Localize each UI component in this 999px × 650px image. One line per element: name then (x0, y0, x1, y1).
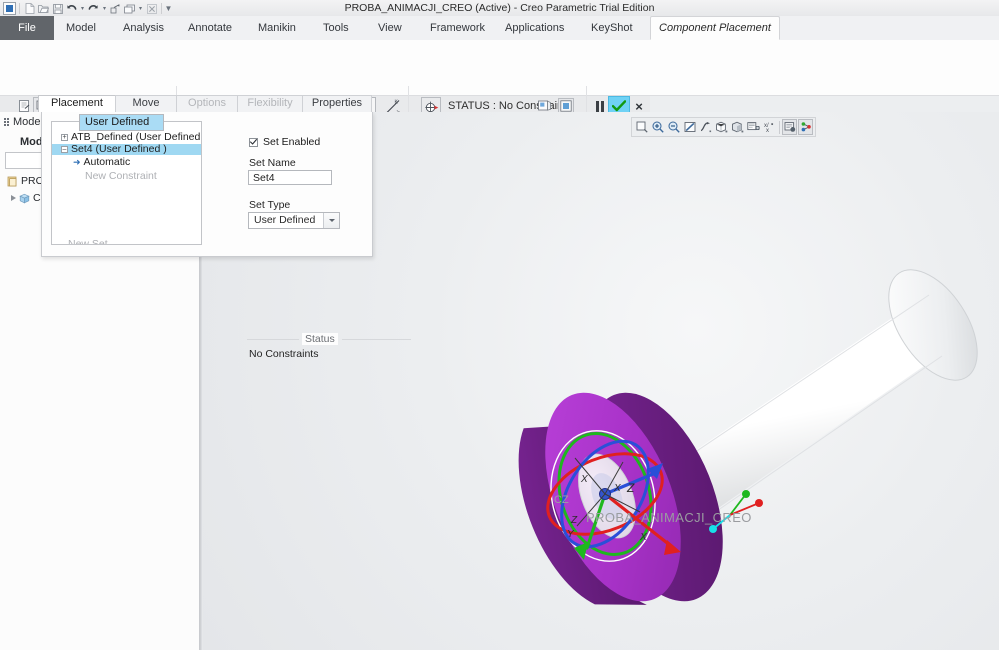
constraint-set-tree[interactable]: + ATB_Defined (User Defined ) – Set4 (Us… (51, 121, 202, 245)
status-divider: Status (247, 333, 411, 345)
set-enabled-row[interactable]: Set Enabled (249, 136, 320, 148)
model-name-label: PROBA_ANIMACJI_CREO (586, 510, 752, 525)
close-window-icon[interactable] (145, 2, 158, 15)
assembly-icon (7, 176, 17, 186)
navigator-tab-label: Mode (13, 116, 41, 128)
user-defined-dropdown-list[interactable]: User Defined (79, 114, 164, 131)
tab-component-placement[interactable]: Component Placement (650, 16, 780, 40)
navigator-tab-model-tree[interactable]: Mode (4, 116, 41, 128)
tree-item-label: New Constraint (85, 170, 157, 182)
set-enabled-checkbox[interactable] (249, 137, 258, 147)
subtab-placement[interactable]: Placement (38, 95, 116, 112)
redo-icon[interactable] (87, 2, 100, 15)
placement-panel: + ATB_Defined (User Defined ) – Set4 (Us… (41, 112, 411, 360)
title-bar: PROBA_ANIMACJI_CREO (Active) - Creo Para… (0, 0, 999, 17)
graphics-toolbar: x/x (631, 117, 816, 137)
display-style-icon[interactable] (714, 119, 729, 135)
app-menu-icon[interactable] (3, 2, 16, 15)
part-icon (19, 193, 30, 203)
ribbon-tab-bar: File Model Analysis Annotate Manikin Too… (0, 16, 999, 41)
tab-view[interactable]: View (368, 16, 412, 40)
set-type-chevron-down-icon[interactable] (323, 213, 339, 228)
constraint-arrow-icon: ➜ (73, 157, 81, 167)
regenerate-icon[interactable] (109, 2, 122, 15)
appearance-icon[interactable] (730, 119, 745, 135)
datum-display-icon[interactable] (698, 119, 713, 135)
tab-tools[interactable]: Tools (313, 16, 359, 40)
open-icon[interactable] (37, 2, 50, 15)
axis-label-x2: X (614, 483, 621, 494)
cz-label: CZ (554, 494, 569, 506)
qat-divider-2 (161, 3, 162, 14)
dashboard-subtab-bar: Placement Move Options Flexibility Prope… (38, 95, 372, 112)
dropdown-option-user-defined[interactable]: User Defined (80, 115, 163, 130)
window-chevron-down-icon[interactable]: ▾ (137, 2, 144, 15)
tree-row[interactable]: – Set4 (User Defined ) (52, 144, 201, 155)
undo-chevron-down-icon[interactable]: ▾ (79, 2, 86, 15)
axis-label-x1: X (581, 474, 588, 485)
status-label: STATUS : No Constraints (448, 100, 572, 112)
axis-label-z1: Z (627, 481, 635, 495)
new-set-link[interactable]: New Set (68, 238, 108, 244)
svg-text:K: K (395, 99, 399, 105)
axis-label-z2: Z (571, 515, 578, 526)
subtab-move[interactable]: Move (115, 95, 177, 112)
set-type-combo[interactable]: User Defined (248, 212, 340, 229)
tab-framework[interactable]: Framework (420, 16, 495, 40)
zoom-in-icon[interactable] (650, 119, 665, 135)
tab-file[interactable]: File (0, 16, 54, 40)
set-type-label: Set Type (249, 199, 291, 211)
spin-center-icon[interactable] (798, 119, 813, 135)
set-name-label: Set Name (249, 157, 296, 169)
model-tree-icon (4, 118, 9, 126)
status-divider-label: Status (302, 333, 338, 345)
tree-item-label: Automatic (83, 156, 131, 168)
set-name-input[interactable] (248, 170, 332, 185)
zoom-out-icon[interactable] (666, 119, 681, 135)
collapse-minus-icon[interactable]: – (61, 146, 68, 153)
annotation-display-icon[interactable]: x/x (762, 119, 777, 135)
tree-item-label: ATB_Defined (User Defined ) (71, 131, 202, 143)
view-manager-icon[interactable] (782, 119, 797, 135)
placement-status-message: No Constraints (249, 348, 319, 360)
graphics-toolbar-divider (779, 120, 780, 134)
refit-icon[interactable] (634, 119, 649, 135)
preview-window-icon[interactable] (537, 98, 552, 113)
tree-row[interactable]: + ATB_Defined (User Defined ) (52, 132, 201, 143)
saved-orientations-icon[interactable] (746, 119, 761, 135)
quick-access-toolbar: ▾ ▾ ▾ ▼ (3, 1, 172, 16)
expand-triangle-icon[interactable] (11, 195, 16, 201)
axis-label-x3: X (640, 532, 647, 543)
creo-parametric-window: PROBA_ANIMACJI_CREO (Active) - Creo Para… (0, 0, 999, 650)
tree-row[interactable]: New Constraint (52, 171, 201, 182)
subtab-options: Options (176, 95, 238, 112)
set-type-combo-value: User Defined (254, 214, 316, 226)
tab-model[interactable]: Model (56, 16, 106, 40)
svg-text:x: x (766, 128, 769, 133)
subtab-flexibility: Flexibility (237, 95, 303, 112)
tab-analysis[interactable]: Analysis (113, 16, 174, 40)
tree-item-label: Set4 (User Defined ) (71, 143, 167, 155)
save-icon[interactable] (51, 2, 64, 15)
tree-row[interactable]: ➜ Automatic (52, 157, 201, 168)
qat-divider (19, 3, 20, 14)
repaint-icon[interactable] (682, 119, 697, 135)
new-icon[interactable] (23, 2, 36, 15)
undo-icon[interactable] (65, 2, 78, 15)
expand-plus-icon[interactable]: + (61, 134, 68, 141)
tab-annotate[interactable]: Annotate (178, 16, 242, 40)
model-tree-row-part[interactable]: C (11, 192, 41, 204)
tab-keyshot[interactable]: KeyShot (581, 16, 643, 40)
dashboard-ribbon: User Defined User Defined Automatic K↘ S… (0, 40, 999, 131)
subtab-properties[interactable]: Properties (302, 95, 372, 112)
tab-applications[interactable]: Applications (495, 16, 574, 40)
customize-qat-icon[interactable]: ▼ (165, 2, 173, 15)
axis-label-y: Y (567, 529, 574, 540)
tab-manikin[interactable]: Manikin (248, 16, 306, 40)
window-icon[interactable] (123, 2, 136, 15)
set-enabled-label: Set Enabled (263, 136, 321, 148)
redo-chevron-down-icon[interactable]: ▾ (101, 2, 108, 15)
model-tree-label: C (33, 192, 41, 204)
